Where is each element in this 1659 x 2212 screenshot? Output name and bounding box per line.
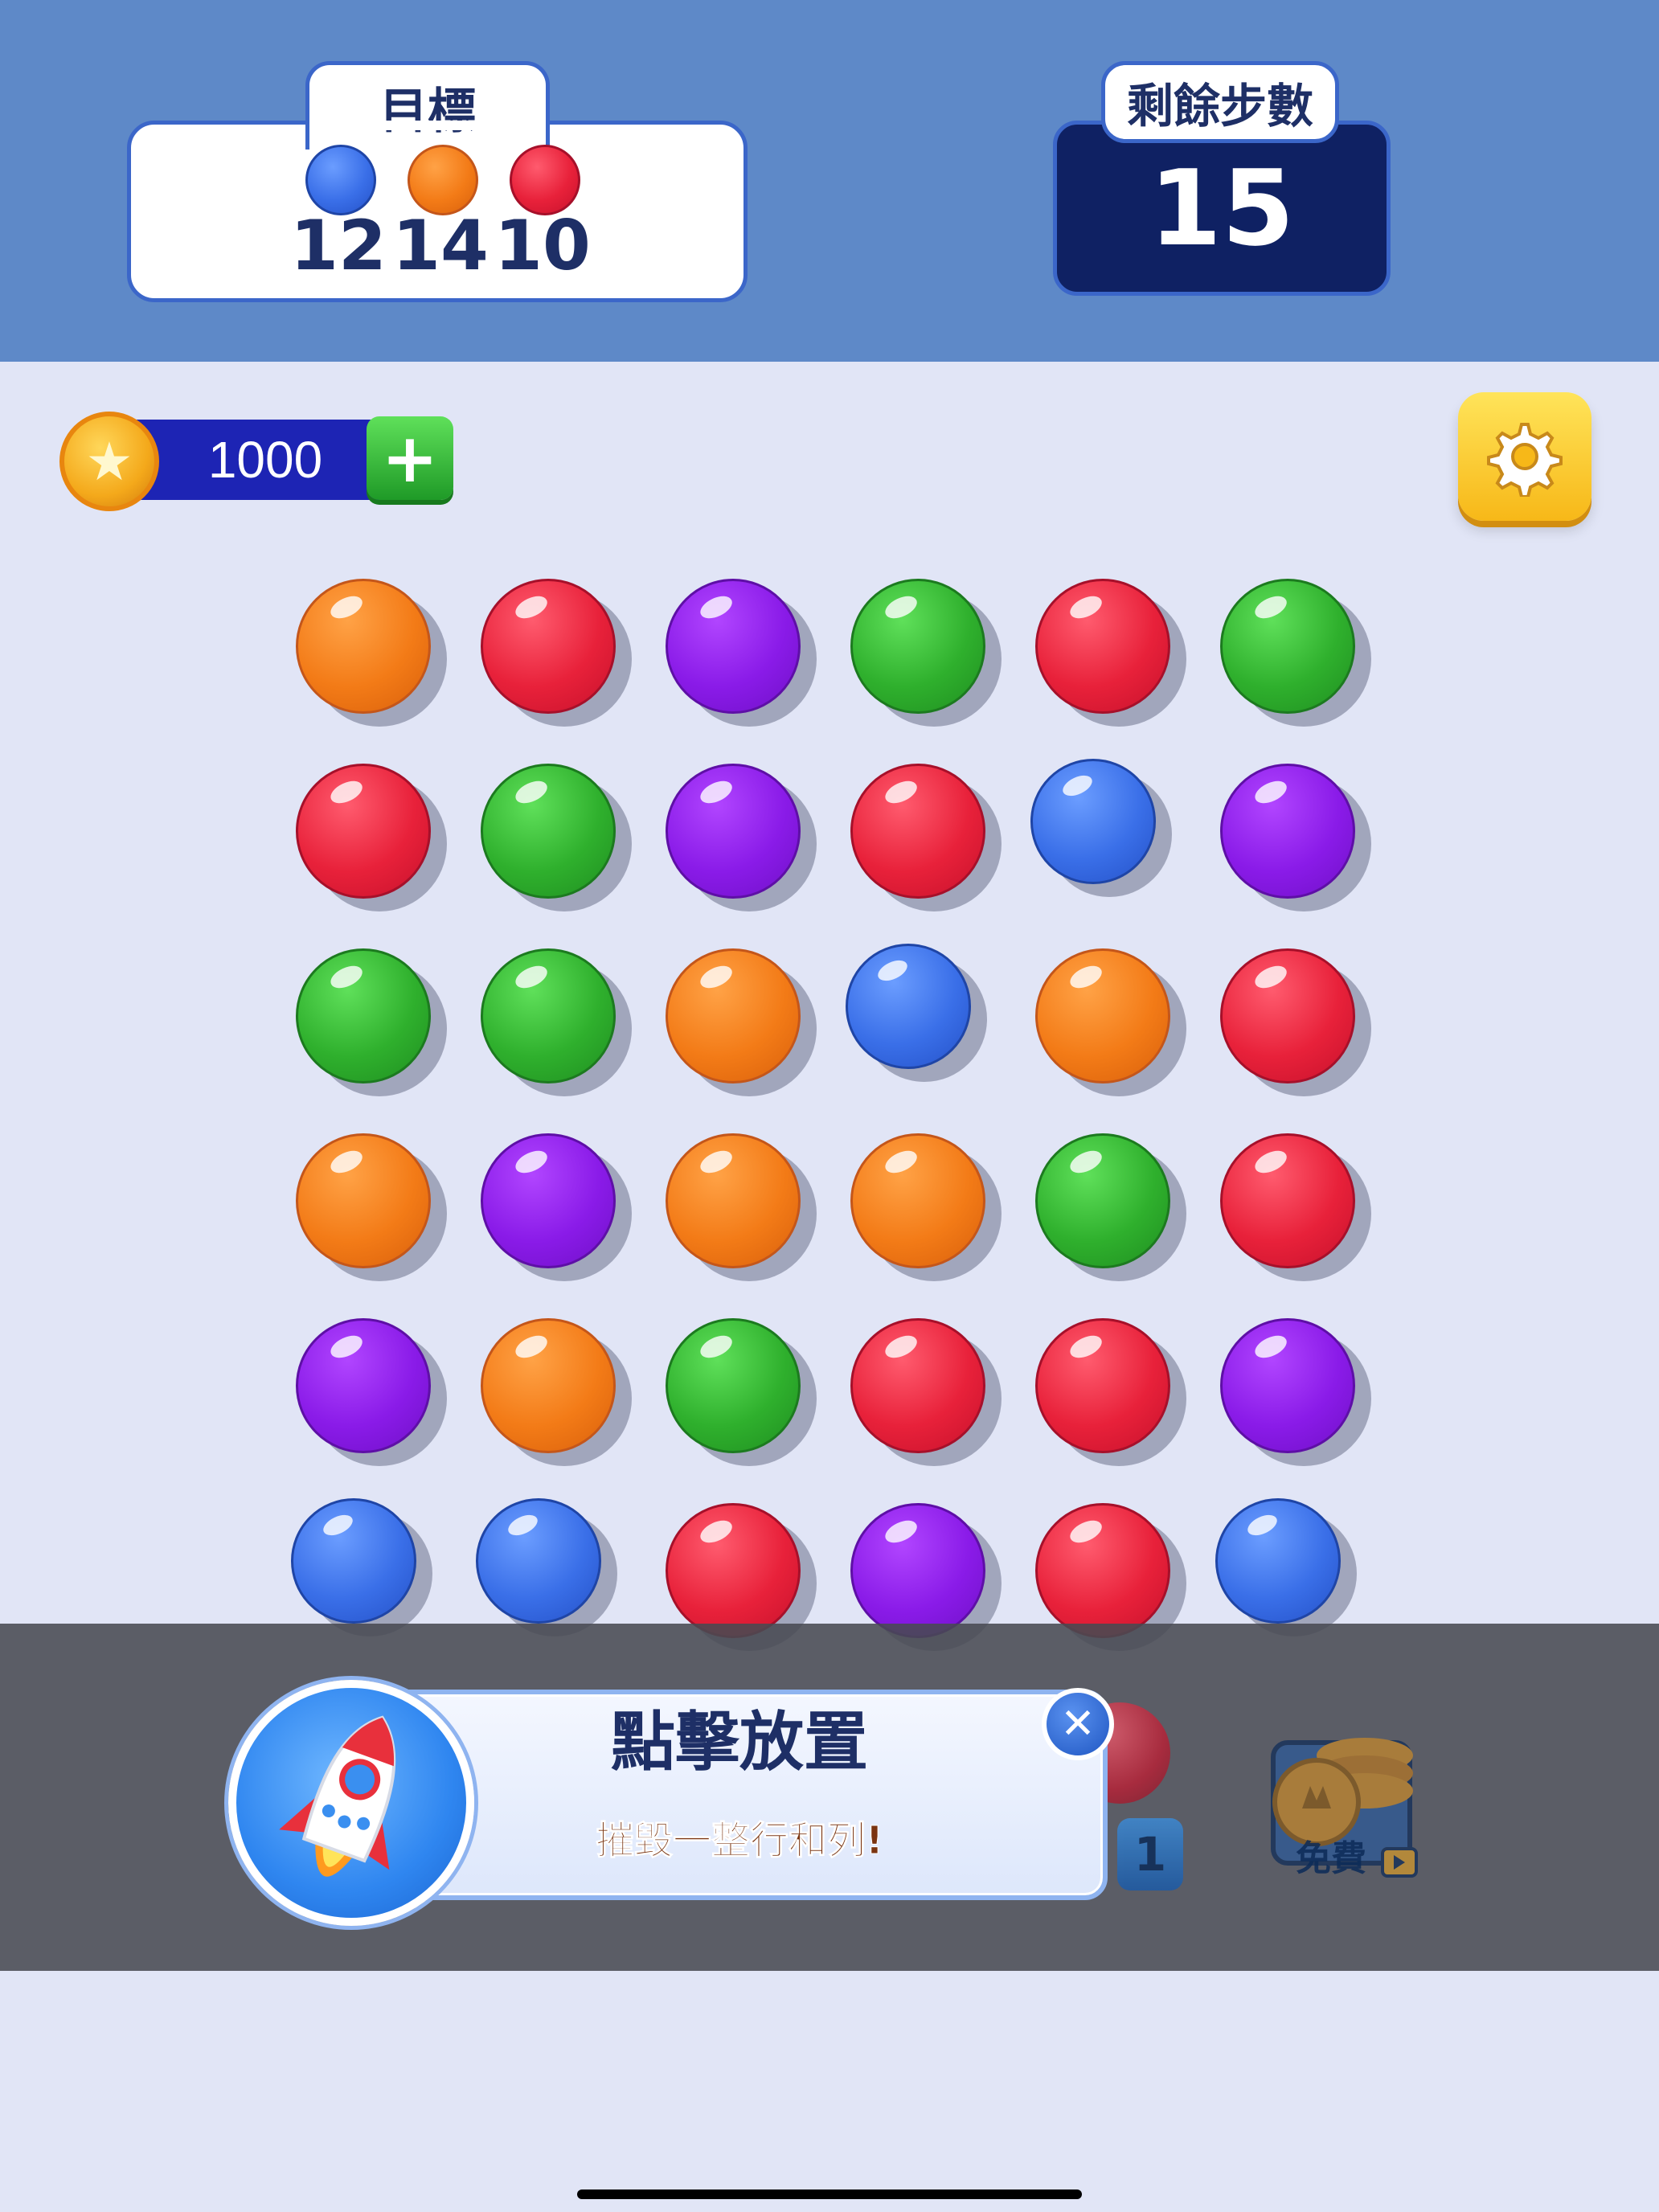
blue-ball[interactable] — [1030, 759, 1156, 884]
blue-ball[interactable] — [291, 1498, 416, 1624]
add-coins-button[interactable]: + — [367, 416, 453, 500]
purple-ball[interactable] — [666, 579, 801, 714]
rocket-icon — [279, 1715, 396, 1877]
close-tooltip-button[interactable]: ✕ — [1042, 1688, 1114, 1760]
gear-icon — [1487, 423, 1563, 497]
green-ball[interactable] — [1035, 1133, 1170, 1268]
goal-title: 目標 — [305, 61, 550, 150]
red-ball[interactable] — [1220, 1133, 1355, 1268]
goal-orange-count: 14 — [392, 206, 489, 286]
purple-ball[interactable] — [850, 1503, 985, 1638]
blue-ball[interactable] — [846, 944, 971, 1069]
orange-ball[interactable] — [1035, 948, 1170, 1083]
green-ball[interactable] — [1220, 579, 1355, 714]
red-ball[interactable] — [481, 579, 616, 714]
red-ball[interactable] — [1035, 579, 1170, 714]
goal-orange-ball-icon — [408, 145, 478, 215]
red-ball[interactable] — [850, 1318, 985, 1453]
green-ball[interactable] — [481, 764, 616, 899]
green-ball[interactable] — [850, 579, 985, 714]
green-ball[interactable] — [296, 948, 431, 1083]
home-indicator[interactable] — [577, 2189, 1082, 2199]
purple-ball[interactable] — [1220, 764, 1355, 899]
settings-button[interactable] — [1458, 392, 1591, 521]
green-ball[interactable] — [666, 1318, 801, 1453]
moves-remaining: 15 — [1149, 147, 1295, 269]
goal-blue-ball-icon — [305, 145, 376, 215]
moves-title: 剩餘步數 — [1101, 61, 1339, 143]
free-label: 免費 — [1296, 1838, 1366, 1879]
blue-ball[interactable] — [476, 1498, 601, 1624]
red-ball[interactable] — [1035, 1318, 1170, 1453]
orange-ball[interactable] — [481, 1318, 616, 1453]
blue-ball[interactable] — [1215, 1498, 1341, 1624]
tooltip-title: 點擊放置 — [611, 1705, 868, 1780]
orange-ball[interactable] — [666, 948, 801, 1083]
purple-ball[interactable] — [1220, 1318, 1355, 1453]
purple-ball[interactable] — [666, 764, 801, 899]
purple-ball[interactable] — [481, 1133, 616, 1268]
free-coins-button[interactable]: 免費 — [1268, 1728, 1421, 1881]
goal-red-count: 10 — [494, 206, 591, 286]
star-coin-icon: ★ — [59, 412, 159, 511]
red-ball[interactable] — [850, 764, 985, 899]
goal-blue-count: 12 — [290, 206, 387, 286]
coin-balance: 1000 — [207, 431, 323, 489]
orange-ball[interactable] — [296, 1133, 431, 1268]
red-ball[interactable] — [296, 764, 431, 899]
purple-ball[interactable] — [296, 1318, 431, 1453]
green-ball[interactable] — [481, 948, 616, 1083]
red-ball[interactable] — [1035, 1503, 1170, 1638]
rocket-booster-badge — [228, 1680, 474, 1926]
booster-count-badge: 1 — [1117, 1818, 1183, 1890]
goal-red-ball-icon — [510, 145, 580, 215]
red-ball[interactable] — [666, 1503, 801, 1638]
orange-ball[interactable] — [850, 1133, 985, 1268]
close-icon: ✕ — [1060, 1700, 1096, 1748]
tooltip-description: 摧毀一整行和列! — [596, 1818, 884, 1864]
orange-ball[interactable] — [666, 1133, 801, 1268]
red-ball[interactable] — [1220, 948, 1355, 1083]
plus-icon: + — [381, 419, 439, 498]
orange-ball[interactable] — [296, 579, 431, 714]
